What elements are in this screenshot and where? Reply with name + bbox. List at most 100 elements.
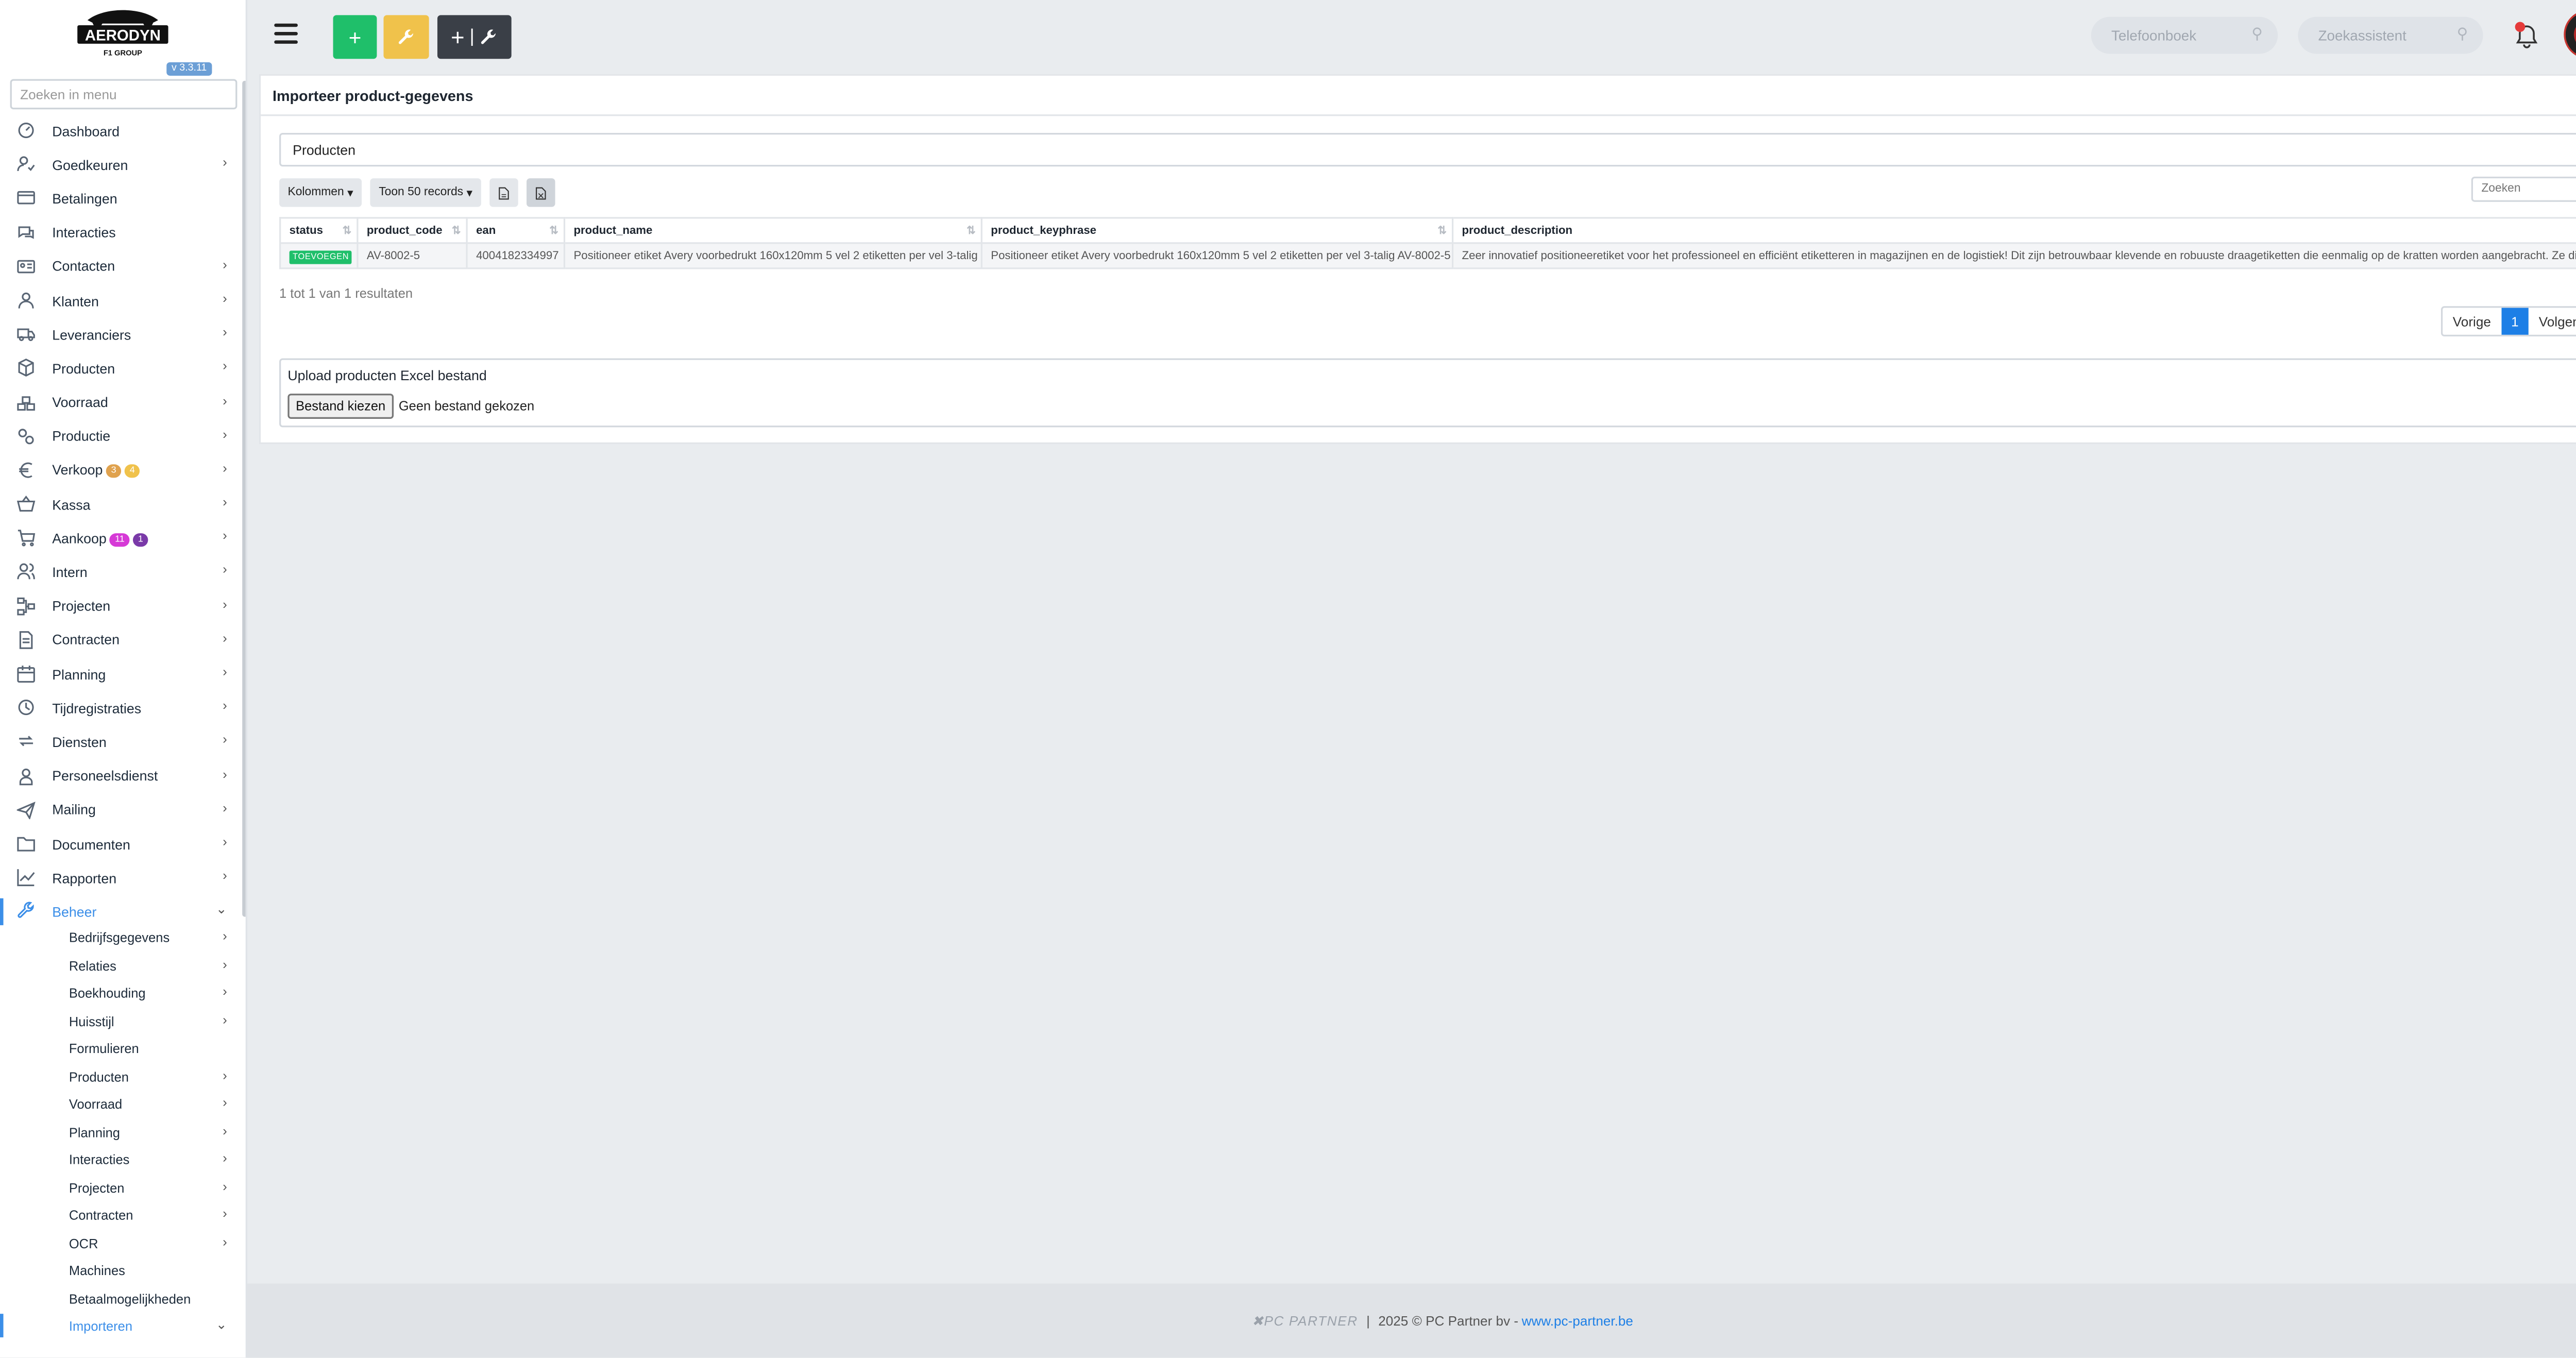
count-badge: 1 (133, 533, 148, 547)
chevron-right-icon: › (223, 732, 227, 748)
sort-icon: ⇅ (342, 225, 352, 237)
euro-icon (17, 461, 36, 479)
submenu-item-relaties[interactable]: Relaties › (0, 952, 241, 979)
sidebar-item-aankoop[interactable]: Aankoop 11 1 › (0, 522, 241, 556)
export-excel-icon[interactable] (527, 178, 555, 207)
table-search-input[interactable] (2471, 176, 2576, 202)
sidebar-item-intern[interactable]: Intern › (0, 556, 241, 590)
sidebar-item-interacties[interactable]: Interacties (0, 216, 241, 250)
assistant-search[interactable]: Zoekassistent ⚲ (2298, 16, 2483, 54)
company-logo[interactable]: AERODYN F1 GROUP (71, 4, 175, 61)
hamburger-menu-icon[interactable] (274, 23, 298, 44)
submenu-item-label: Formulieren (69, 1041, 139, 1057)
add-tools-button[interactable]: + | (437, 15, 512, 59)
table-row[interactable]: TOEVOEGEN AV-8002-5 4004182334997 Positione… (279, 242, 2576, 269)
calendar-icon (17, 665, 36, 683)
export-file-icon[interactable] (489, 178, 518, 207)
payments-icon (17, 189, 36, 208)
submenu-item-huisstijl[interactable]: Huisstijl › (0, 1007, 241, 1034)
submenu-item-voorraad[interactable]: Voorraad › (0, 1090, 241, 1118)
sidebar-item-label: Rapporten (52, 871, 117, 886)
submenu-item-formulieren[interactable]: Formulieren (0, 1034, 241, 1062)
tools-button[interactable] (383, 15, 429, 59)
folder-icon (17, 834, 36, 853)
columns-button[interactable]: Kolommen ▾ (279, 178, 362, 207)
submenu-item-interacties[interactable]: Interacties › (0, 1146, 241, 1174)
cell-product_code: AV-8002-5 (357, 242, 468, 269)
column-header-product_description[interactable]: product_description⇅ (1451, 217, 2576, 244)
chevron-right-icon: › (223, 427, 227, 442)
menu-search-input[interactable] (10, 79, 238, 110)
sidebar-item-productie[interactable]: Productie › (0, 420, 241, 454)
table-body: TOEVOEGEN AV-8002-5 4004182334997 Positione… (279, 242, 2576, 269)
sidebar-item-kassa[interactable]: Kassa › (0, 488, 241, 522)
paper-plane-icon (15, 800, 36, 820)
sidebar-item-mailing[interactable]: Mailing › (0, 793, 241, 827)
sidebar-item-voorraad[interactable]: Voorraad › (0, 386, 241, 420)
sidebar-item-diensten[interactable]: Diensten › (0, 726, 241, 760)
sidebar-item-contracten[interactable]: Contracten › (0, 624, 241, 658)
sidebar-item-text: Aankoop (52, 531, 107, 547)
submenu-item-ocr[interactable]: OCR › (0, 1229, 241, 1257)
column-header-label: ean (476, 224, 496, 236)
submenu-item-bedrijfsgegevens[interactable]: Bedrijfsgegevens › (0, 924, 241, 952)
sidebar-item-betalingen[interactable]: Betalingen (0, 182, 241, 216)
cell-ean: 4004182334997 (466, 242, 566, 269)
upload-section: Upload producten Excel bestand Bestand k… (279, 358, 2576, 428)
import-type-value: Producten (293, 143, 356, 158)
column-header-ean[interactable]: ean ⇅ (466, 217, 566, 244)
sidebar-item-producten[interactable]: Producten › (0, 352, 241, 386)
add-button[interactable]: + (333, 15, 377, 59)
sidebar-item-leveranciers[interactable]: Leveranciers › (0, 318, 241, 352)
submenu-item-label: OCR (69, 1235, 98, 1251)
chevron-right-icon: › (223, 563, 227, 578)
footer-link[interactable]: www.pc-partner.be (1522, 1313, 1633, 1328)
cell-product_description: Zeer innovatief positioneeretiket voor h… (1451, 242, 2576, 269)
page-1-button[interactable]: 1 (2501, 308, 2529, 335)
sidebar-item-documenten[interactable]: Documenten › (0, 827, 241, 861)
column-header-product_keyphrase[interactable]: product_keyphrase ⇅ (980, 217, 1454, 244)
import-table: status ⇅ product_code ⇅ ean ⇅ product_name ⇅ pro… (279, 217, 2576, 269)
search-icon: ⚲ (2251, 25, 2263, 42)
column-header-product_code[interactable]: product_code ⇅ (357, 217, 468, 244)
submenu-item-producten[interactable]: Producten › (0, 1062, 241, 1090)
status-badge: TOEVOEGEN (289, 249, 352, 264)
prev-page-button[interactable]: Vorige (2443, 308, 2501, 335)
sidebar-item-label: Contracten (52, 633, 120, 649)
chevron-right-icon: › (223, 529, 227, 544)
sidebar-item-projecten[interactable]: Projecten › (0, 590, 241, 624)
sidebar-item-klanten[interactable]: Klanten › (0, 284, 241, 318)
sidebar-item-tijdregistraties[interactable]: Tijdregistraties › (0, 692, 241, 726)
sidebar-scrollbar[interactable] (242, 80, 246, 917)
chevron-right-icon: › (223, 461, 227, 476)
topbar: + + | Telefoonboek ⚲ Zoekassistent ⚲ (247, 0, 2576, 72)
chevron-right-icon: › (223, 1067, 227, 1083)
sidebar-item-contacten[interactable]: Contacten › (0, 250, 241, 284)
sidebar-item-rapporten[interactable]: Rapporten › (0, 861, 241, 895)
submenu-item-label: Huisstijl (69, 1013, 114, 1029)
chevron-right-icon: › (223, 393, 227, 408)
submenu-item-importeren[interactable]: Importeren ⌄ (0, 1312, 241, 1340)
choose-file-button[interactable]: Bestand kiezen (287, 394, 394, 419)
repeat-icon (17, 733, 36, 751)
submenu-item-planning[interactable]: Planning › (0, 1118, 241, 1146)
sidebar-item-planning[interactable]: Planning › (0, 658, 241, 692)
submenu-item-betaalmogelijkheden[interactable]: Betaalmogelijkheden (0, 1284, 241, 1312)
submenu-item-contracten[interactable]: Contracten › (0, 1201, 241, 1229)
phonebook-search[interactable]: Telefoonboek ⚲ (2091, 16, 2278, 54)
next-page-button[interactable]: Volgende (2529, 308, 2576, 335)
sidebar-item-personeelsdienst[interactable]: Personeelsdienst › (0, 759, 241, 793)
sidebar-item-dashboard[interactable]: Dashboard (0, 114, 241, 148)
stock-icon (17, 393, 36, 411)
submenu-item-projecten[interactable]: Projecten › (0, 1174, 241, 1201)
import-type-select[interactable]: Producten ▼ (279, 132, 2576, 167)
submenu-item-boekhouding[interactable]: Boekhouding › (0, 979, 241, 1007)
sidebar-item-verkoop[interactable]: Verkoop 3 4 › (0, 454, 241, 488)
table-info: 1 tot 1 van 1 resultaten (279, 286, 413, 301)
avatar[interactable] (2564, 10, 2576, 59)
submenu-item-machines[interactable]: Machines (0, 1257, 241, 1284)
column-header-status[interactable]: status ⇅ (279, 217, 359, 244)
page-length-button[interactable]: Toon 50 records ▾ (370, 178, 481, 207)
sidebar-item-goedkeuren[interactable]: Goedkeuren › (0, 148, 241, 182)
column-header-product_name[interactable]: product_name ⇅ (563, 217, 982, 244)
